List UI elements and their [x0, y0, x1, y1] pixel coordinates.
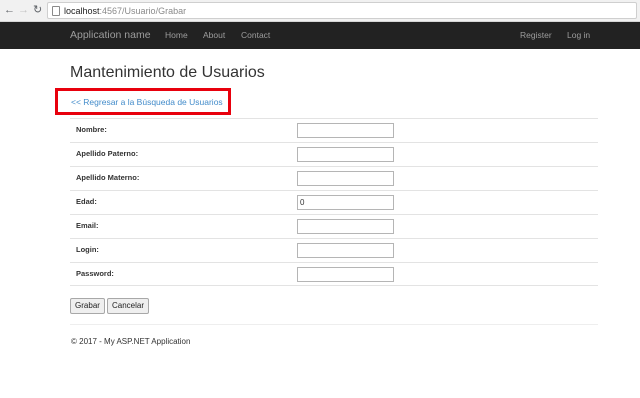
form-row-edad: Edad: — [70, 190, 598, 214]
user-form: Nombre: Apellido Paterno: Apellido Mater… — [70, 118, 598, 286]
url-host: localhost — [64, 6, 100, 16]
back-arrow-icon[interactable]: ← — [4, 3, 15, 17]
browser-toolbar: ← → ↻ localhost:4567/Usuario/Grabar — [0, 0, 640, 22]
reload-icon[interactable]: ↻ — [33, 3, 42, 17]
forward-arrow-icon[interactable]: → — [18, 3, 29, 17]
form-row-apellido-paterno: Apellido Paterno: — [70, 142, 598, 166]
navbar: Application name Home About Contact Regi… — [0, 22, 640, 49]
nombre-input[interactable] — [297, 123, 394, 138]
register-link[interactable]: Register — [520, 30, 552, 41]
footer-divider — [70, 324, 598, 325]
nav-link-about[interactable]: About — [203, 30, 225, 41]
login-input[interactable] — [297, 243, 394, 258]
email-input[interactable] — [297, 219, 394, 234]
page-title: Mantenimiento de Usuarios — [70, 64, 265, 81]
url-text: localhost:4567/Usuario/Grabar — [64, 5, 186, 17]
nav-link-home[interactable]: Home — [165, 30, 188, 41]
url-path: :4567/Usuario/Grabar — [99, 6, 187, 16]
form-row-login: Login: — [70, 238, 598, 262]
brand-link[interactable]: Application name — [70, 29, 151, 42]
nav-link-contact[interactable]: Contact — [241, 30, 270, 41]
password-label: Password: — [76, 269, 114, 278]
edad-input[interactable] — [297, 195, 394, 210]
login-label: Login: — [76, 245, 99, 254]
cancel-button[interactable]: Cancelar — [107, 298, 149, 314]
apellido-paterno-input[interactable] — [297, 147, 394, 162]
email-label: Email: — [76, 221, 99, 230]
form-row-apellido-materno: Apellido Materno: — [70, 166, 598, 190]
save-button[interactable]: Grabar — [70, 298, 105, 314]
highlight-annotation — [55, 88, 231, 115]
nombre-label: Nombre: — [76, 125, 107, 134]
form-row-nombre: Nombre: — [70, 118, 598, 142]
form-row-password: Password: — [70, 262, 598, 286]
form-row-email: Email: — [70, 214, 598, 238]
login-link[interactable]: Log in — [567, 30, 590, 41]
address-bar[interactable]: localhost:4567/Usuario/Grabar — [47, 2, 637, 19]
apellido-materno-input[interactable] — [297, 171, 394, 186]
password-input[interactable] — [297, 267, 394, 282]
footer-copyright: © 2017 - My ASP.NET Application — [71, 337, 191, 346]
page-icon — [52, 6, 60, 16]
edad-label: Edad: — [76, 197, 97, 206]
apellido-paterno-label: Apellido Paterno: — [76, 149, 139, 158]
apellido-materno-label: Apellido Materno: — [76, 173, 140, 182]
